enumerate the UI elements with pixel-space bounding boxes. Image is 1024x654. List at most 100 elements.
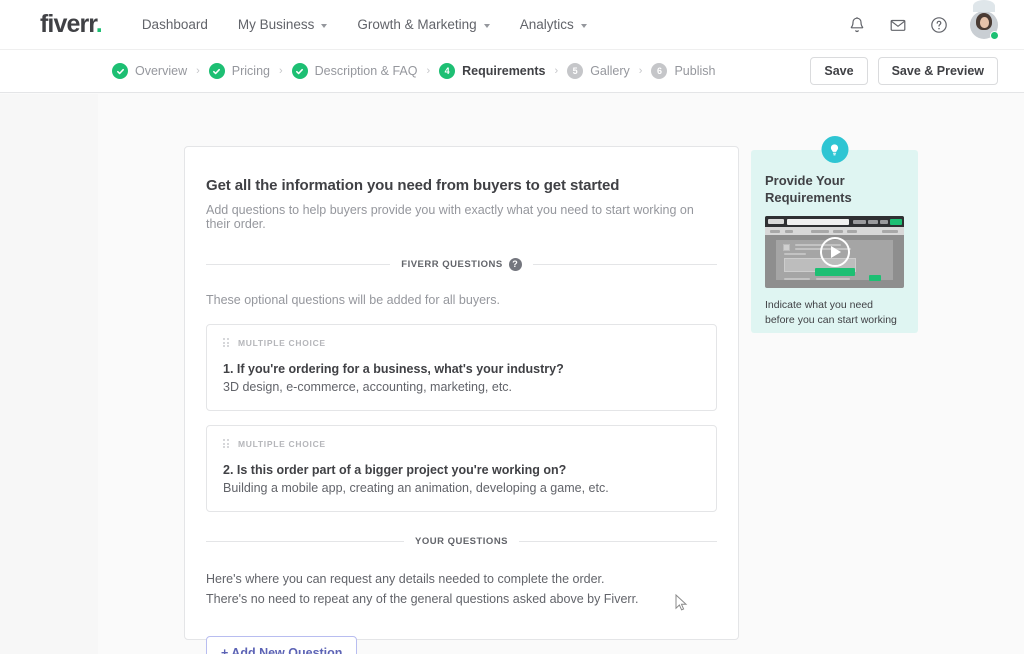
your-questions-divider: YOUR QUESTIONS [206,536,718,547]
logo-text: fiverr [40,10,97,38]
step-requirements[interactable]: 4 Requirements [439,63,546,79]
play-button-icon[interactable] [819,237,850,268]
lightbulb-icon [821,136,848,163]
requirements-card-content: Get all the information you need from bu… [185,177,738,654]
drag-handle-icon[interactable] [223,338,230,348]
step-label: Requirements [462,64,546,78]
thumbnail-green-button [890,218,902,225]
divider-label: YOUR QUESTIONS [414,536,509,547]
divider-rule-left [206,264,391,265]
divider-rule-left [206,541,404,542]
fiverr-question-list: MULTIPLE CHOICE 1. If you're ordering fo… [206,324,717,512]
thumbnail-checkbox [783,244,790,252]
question-type-label: MULTIPLE CHOICE [238,439,326,449]
your-questions-line-1: Here's where you can request any details… [206,572,605,586]
step-label: Pricing [231,64,270,78]
tip-title: Provide Your Requirements [765,173,852,205]
user-avatar[interactable] [970,0,999,40]
chevron-down-icon [580,23,587,28]
thumbnail-sub-bar [765,227,904,236]
save-button[interactable]: Save [810,57,868,85]
drag-handle-icon[interactable] [223,439,230,449]
step-label: Gallery [590,64,630,78]
step-list: Overview › Pricing › Description & FAQ ›… [112,63,715,79]
chevron-down-icon [321,23,328,28]
left-background-strip [0,94,98,654]
mouse-cursor [675,594,688,611]
tip-caption: Indicate what you need before you can st… [765,299,897,327]
step-label: Overview [135,64,188,78]
thumbnail-menu-item [868,219,878,224]
question-type-row: MULTIPLE CHOICE [223,338,700,348]
step-bar-actions: Save Save & Preview [810,57,998,85]
thumbnail-menu-item [880,219,888,224]
nav-item-label: Growth & Marketing [357,17,477,32]
nav-item-label: Analytics [519,17,574,32]
step-overview[interactable]: Overview [112,63,187,79]
step-gallery[interactable]: 5 Gallery [567,63,630,79]
step-number-badge: 4 [439,63,456,79]
divider-rule-right [519,541,718,542]
nav-right-actions [847,0,999,40]
thumbnail-logo [768,219,784,225]
question-description: 3D design, e-commerce, accounting, marke… [223,380,513,394]
nav-item-growth-marketing[interactable]: Growth & Marketing [357,17,490,32]
nav-item-analytics[interactable]: Analytics [520,17,587,32]
tip-video-thumbnail[interactable] [765,216,904,289]
fiverr-logo[interactable]: fiverr. [40,10,103,38]
nav-item-my-business[interactable]: My Business [238,17,328,32]
step-number-badge: 6 [651,63,668,79]
step-description-faq[interactable]: Description & FAQ [291,63,418,79]
divider-label: FIVERR QUESTIONS [401,259,503,270]
logo-dot: . [95,10,103,38]
step-label: Publish [674,64,716,78]
your-questions-line-2: There's no need to repeat any of the gen… [206,592,639,607]
question-title: 2. Is this order part of a bigger projec… [223,463,567,477]
top-navigation-bar: fiverr. Dashboard My Business Growth & M… [0,0,1024,50]
notifications-bell-icon[interactable] [847,15,867,35]
step-publish[interactable]: 6 Publish [651,63,715,79]
divider-label-group: FIVERR QUESTIONS ? [401,258,522,271]
step-separator: › [554,65,559,77]
divider-label-group: YOUR QUESTIONS [415,536,508,547]
messages-envelope-icon[interactable] [888,15,908,35]
requirements-card: Get all the information you need from bu… [184,146,739,654]
primary-nav-links: Dashboard My Business Growth & Marketing… [142,17,587,32]
question-type-row: MULTIPLE CHOICE [223,439,700,449]
your-questions-description: Here's where you can request any details… [206,569,717,610]
page-title: Get all the information you need from bu… [206,177,620,194]
nav-item-label: My Business [237,17,315,32]
step-check-icon [112,63,128,79]
step-separator: › [196,65,200,77]
question-type-label: MULTIPLE CHOICE [238,338,326,348]
step-separator: › [278,65,283,77]
fiverr-questions-note: These optional questions will be added f… [206,293,500,307]
add-new-question-button[interactable]: + Add New Question [206,635,358,654]
step-check-icon [208,63,225,79]
thumbnail-top-bar [765,216,904,228]
help-circle-icon[interactable] [929,15,949,35]
step-separator: › [638,65,643,77]
tip-panel: Provide Your Requirements Indicate what … [751,136,918,333]
chevron-down-icon [483,23,490,28]
thumbnail-menu-item [853,219,866,224]
question-description: Building a mobile app, creating an anima… [223,481,609,495]
question-card[interactable]: MULTIPLE CHOICE 1. If you're ordering fo… [206,324,717,411]
page-body: Get all the information you need from bu… [0,94,1024,654]
nav-item-label: Dashboard [141,17,208,32]
gig-progress-step-bar: Overview › Pricing › Description & FAQ ›… [0,50,1024,93]
step-check-icon [291,63,308,79]
help-question-icon[interactable]: ? [508,258,522,271]
nav-item-dashboard[interactable]: Dashboard [142,17,208,32]
divider-rule-right [532,264,717,265]
fiverr-questions-divider: FIVERR QUESTIONS ? [206,258,717,271]
thumbnail-search-bar [787,218,849,225]
question-title: 1. If you're ordering for a business, wh… [223,362,564,376]
step-number-badge: 5 [567,63,584,79]
page-subtitle: Add questions to help buyers provide you… [206,203,694,231]
step-label: Description & FAQ [314,64,418,78]
save-and-preview-button[interactable]: Save & Preview [877,57,998,85]
step-separator: › [426,65,431,77]
question-card[interactable]: MULTIPLE CHOICE 2. Is this order part of… [206,425,717,512]
step-pricing[interactable]: Pricing [208,63,270,79]
